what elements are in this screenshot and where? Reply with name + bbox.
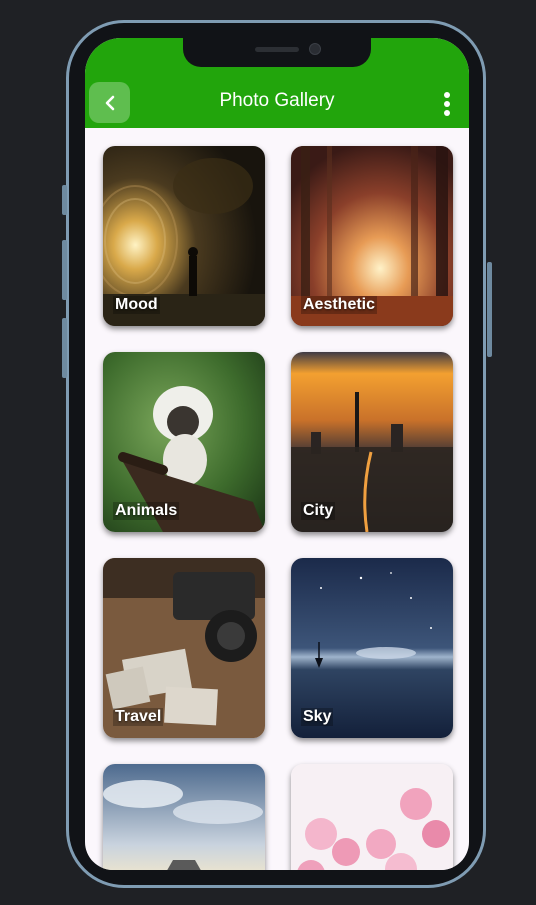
category-label: Travel (113, 708, 164, 726)
more-vertical-icon-dot (444, 101, 450, 107)
page-title: Photo Gallery (219, 90, 335, 111)
phone-side-button (62, 318, 67, 378)
category-label: City (301, 502, 336, 520)
category-label: Mood (113, 296, 160, 314)
phone-side-button (487, 262, 492, 357)
category-label: Animals (113, 502, 180, 520)
phone-side-button (62, 185, 67, 215)
category-label: Sky (301, 708, 334, 726)
category-card-animals[interactable]: Animals (103, 352, 265, 532)
road-clouds-photo (103, 764, 265, 870)
category-label: Aesthetic (301, 296, 378, 314)
app-screen: Photo Gallery Mood Aesthetic Animals Cit… (85, 38, 469, 870)
front-camera (309, 43, 321, 55)
pink-flowers-photo (291, 764, 453, 870)
category-card-travel[interactable]: Travel (103, 558, 265, 738)
category-card-mood[interactable]: Mood (103, 146, 265, 326)
more-vertical-icon (444, 92, 450, 98)
category-card-aesthetic[interactable]: Aesthetic (291, 146, 453, 326)
more-options-button[interactable] (439, 92, 455, 116)
phone-notch (183, 38, 371, 67)
phone-side-button (62, 240, 67, 300)
app-bar: Photo Gallery (85, 38, 469, 128)
speaker-grille (255, 47, 299, 52)
category-card-city[interactable]: City (291, 352, 453, 532)
category-card-road[interactable] (103, 764, 265, 870)
category-card-flowers[interactable] (291, 764, 453, 870)
category-card-sky[interactable]: Sky (291, 558, 453, 738)
more-vertical-icon-dot (444, 110, 450, 116)
